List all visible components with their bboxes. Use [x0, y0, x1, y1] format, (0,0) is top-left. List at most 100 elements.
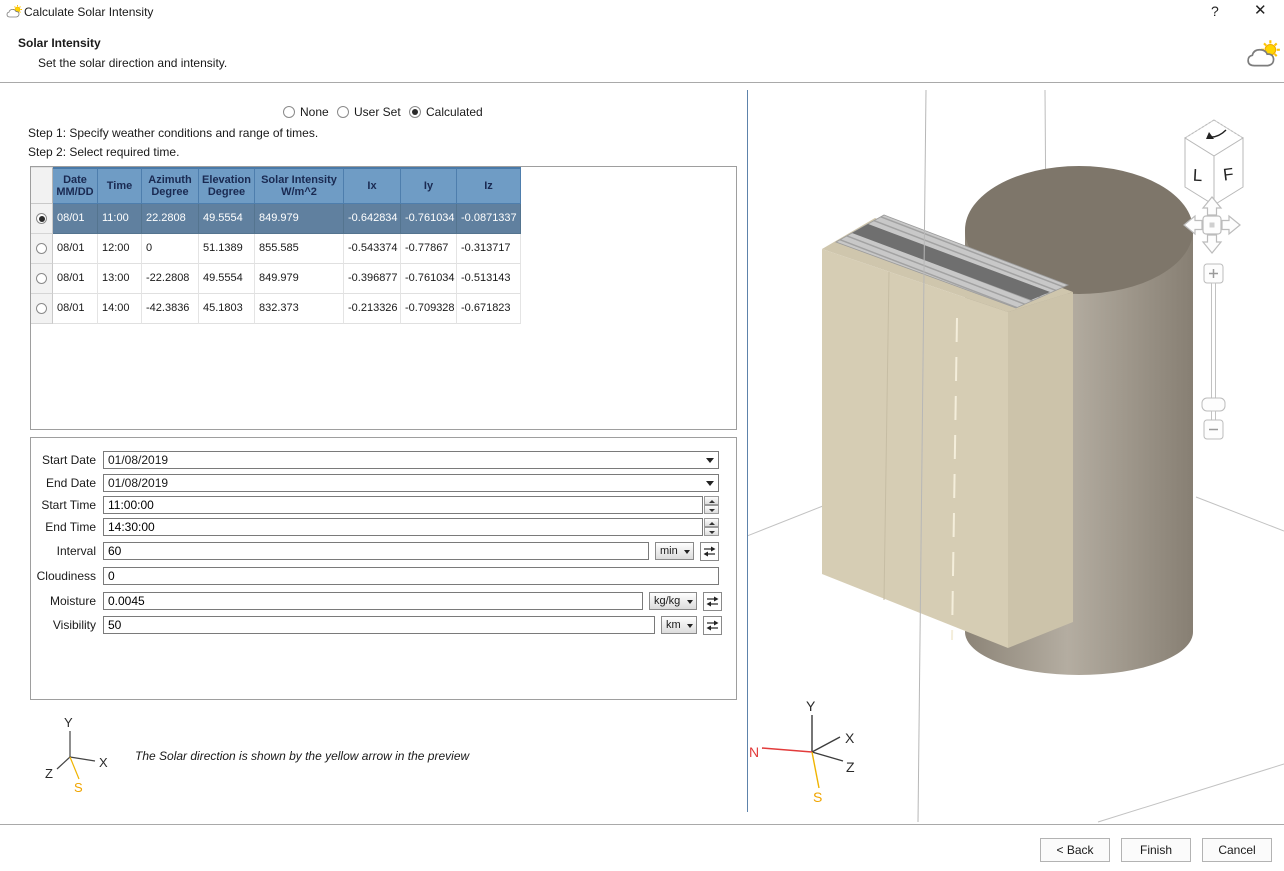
- header-radio-col: [31, 167, 53, 204]
- cancel-button[interactable]: Cancel: [1202, 838, 1272, 862]
- step2-text: Step 2: Select required time.: [28, 145, 179, 159]
- start-time-input[interactable]: [103, 496, 703, 514]
- chevron-down-icon[interactable]: [706, 481, 714, 486]
- row-radio[interactable]: [31, 294, 53, 324]
- table-row[interactable]: 08/01 13:00 -22.2808 49.5554 849.979 -0.…: [31, 264, 736, 294]
- moisture-unit-convert-button[interactable]: [703, 592, 722, 611]
- spinner-up-icon[interactable]: [704, 518, 719, 527]
- ground-line: [1196, 497, 1284, 531]
- zoom-track[interactable]: [1212, 411, 1216, 420]
- chevron-down-icon[interactable]: [687, 624, 693, 628]
- viewcube-left-face[interactable]: L: [1192, 166, 1202, 185]
- interval-unit-combo[interactable]: min: [655, 542, 694, 560]
- radio-none-circle[interactable]: [283, 106, 295, 118]
- ground-line: [1098, 764, 1284, 822]
- axis-z-label: Z: [45, 766, 53, 781]
- zoom-track[interactable]: [1212, 283, 1216, 398]
- end-date-combo[interactable]: 01/08/2019: [103, 474, 719, 492]
- radio-none[interactable]: None: [283, 105, 329, 119]
- start-time-spinner[interactable]: [704, 496, 719, 514]
- radio-none-label: None: [300, 105, 329, 119]
- page-subtitle: Set the solar direction and intensity.: [38, 56, 227, 70]
- table-row[interactable]: 08/01 11:00 22.2808 49.5554 849.979 -0.6…: [31, 204, 736, 234]
- spinner-down-icon[interactable]: [704, 505, 719, 514]
- start-date-label: Start Date: [30, 451, 96, 469]
- zoom-handle[interactable]: [1202, 398, 1225, 411]
- axis-y-label: Y: [64, 715, 73, 730]
- box-heatsink-model[interactable]: [822, 215, 1073, 648]
- spinner-down-icon[interactable]: [704, 527, 719, 536]
- solar-intensity-table: DateMM/DD Time AzimuthDegree ElevationDe…: [30, 166, 737, 430]
- pan-down-arrow[interactable]: [1203, 235, 1221, 253]
- page-title: Solar Intensity: [18, 36, 101, 50]
- row-radio[interactable]: [31, 234, 53, 264]
- moisture-input[interactable]: [103, 592, 643, 610]
- visibility-unit-convert-button[interactable]: [703, 616, 722, 635]
- header-azimuth: AzimuthDegree: [142, 167, 199, 204]
- swap-arrows-icon: [703, 546, 716, 557]
- solar-direction-note: The Solar direction is shown by the yell…: [135, 749, 469, 763]
- preview-3d[interactable]: L F Y X: [748, 83, 1284, 824]
- axis-x-label: X: [99, 755, 108, 770]
- end-time-spinner[interactable]: [704, 518, 719, 536]
- close-button[interactable]: ✕: [1254, 1, 1267, 19]
- view-cube[interactable]: L F: [1185, 120, 1243, 205]
- radio-calculated-circle[interactable]: [409, 106, 421, 118]
- pan-right-arrow[interactable]: [1222, 216, 1240, 234]
- north-axis: [762, 748, 812, 752]
- start-time-label: Start Time: [30, 496, 96, 514]
- dialog-calculate-solar-intensity: Calculate Solar Intensity ? ✕ Solar Inte…: [0, 0, 1284, 871]
- finish-button[interactable]: Finish: [1121, 838, 1191, 862]
- footer-divider: [0, 824, 1284, 825]
- axis-n-label: N: [749, 744, 759, 760]
- axis-triad: Y X Z S: [40, 704, 115, 796]
- end-time-label: End Time: [30, 518, 96, 536]
- radio-calculated[interactable]: Calculated: [409, 105, 483, 119]
- cloud-sun-icon: [6, 4, 23, 19]
- interval-input[interactable]: [103, 542, 649, 560]
- spinner-up-icon[interactable]: [704, 496, 719, 505]
- window-title: Calculate Solar Intensity: [24, 5, 153, 19]
- header-time: Time: [98, 167, 142, 204]
- axis-s-label: S: [74, 780, 83, 795]
- start-date-combo[interactable]: 01/08/2019: [103, 451, 719, 469]
- axis-x-label: X: [845, 730, 855, 746]
- chevron-down-icon[interactable]: [687, 600, 693, 604]
- solar-axis: [812, 752, 819, 788]
- step1-text: Step 1: Specify weather conditions and r…: [28, 126, 318, 140]
- row-radio[interactable]: [31, 204, 53, 234]
- axis-z-label: Z: [846, 759, 855, 775]
- swap-arrows-icon: [706, 620, 719, 631]
- visibility-unit-combo[interactable]: km: [661, 616, 697, 634]
- end-date-label: End Date: [30, 474, 96, 492]
- axis-y-label: Y: [806, 698, 816, 714]
- chevron-down-icon[interactable]: [684, 550, 690, 554]
- table-row[interactable]: 08/01 12:00 0 51.1389 855.585 -0.543374 …: [31, 234, 736, 264]
- ground-line: [748, 502, 833, 536]
- cloudiness-input[interactable]: [103, 567, 719, 585]
- header-iy: Iy: [401, 167, 457, 204]
- interval-unit-convert-button[interactable]: [700, 542, 719, 561]
- end-time-input[interactable]: [103, 518, 703, 536]
- header-ix: Ix: [344, 167, 401, 204]
- radio-user-set-circle[interactable]: [337, 106, 349, 118]
- table-row[interactable]: 08/01 14:00 -42.3836 45.1803 832.373 -0.…: [31, 294, 736, 324]
- radio-user-set[interactable]: User Set: [337, 105, 401, 119]
- zoom-slider[interactable]: [1202, 264, 1225, 439]
- radio-calculated-label: Calculated: [426, 105, 483, 119]
- moisture-unit-combo[interactable]: kg/kg: [649, 592, 697, 610]
- header-iz: Iz: [457, 167, 521, 204]
- cloud-sun-icon-large: [1246, 38, 1282, 70]
- axis-s-label: S: [813, 789, 822, 805]
- visibility-input[interactable]: [103, 616, 655, 634]
- back-button[interactable]: < Back: [1040, 838, 1110, 862]
- chevron-down-icon[interactable]: [706, 458, 714, 463]
- visibility-label: Visibility: [30, 616, 96, 634]
- header-intensity: Solar IntensityW/m^2: [255, 167, 344, 204]
- header-elevation: ElevationDegree: [199, 167, 255, 204]
- table-header-row: DateMM/DD Time AzimuthDegree ElevationDe…: [31, 167, 736, 204]
- help-button[interactable]: ?: [1211, 3, 1219, 19]
- cloudiness-label: Cloudiness: [30, 567, 96, 585]
- swap-arrows-icon: [706, 596, 719, 607]
- row-radio[interactable]: [31, 264, 53, 294]
